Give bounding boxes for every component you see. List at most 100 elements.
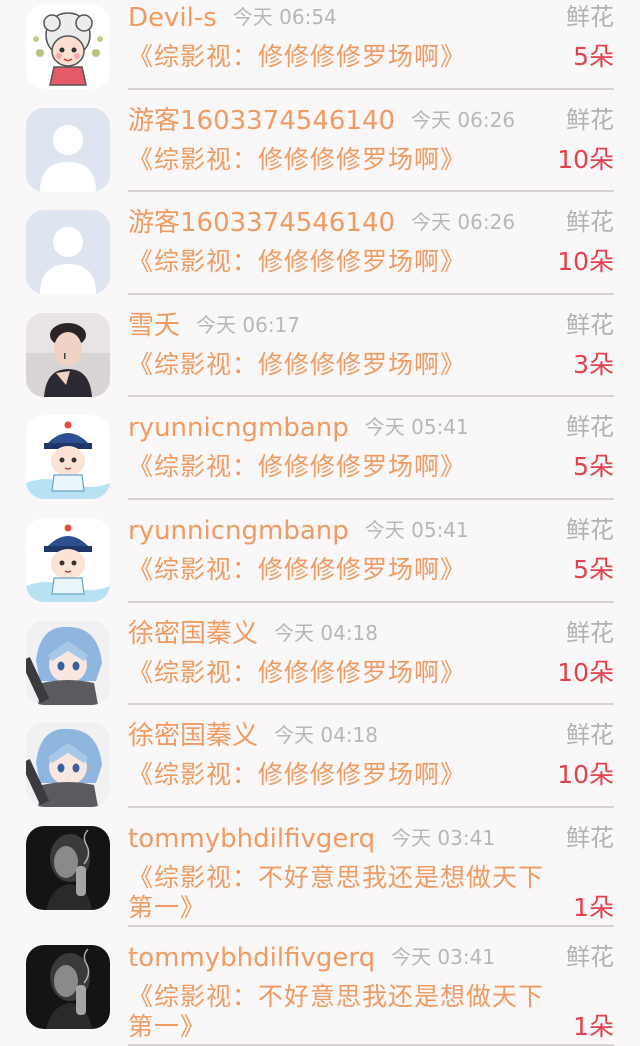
user-name-row: 游客1603374546140 今天 06:26: [128, 206, 515, 239]
gift-count: 10朵: [557, 144, 614, 174]
user-name-row: tommybhdilfivgerq 今天 03:41: [128, 941, 495, 974]
avatar[interactable]: [26, 825, 110, 910]
timestamp: 今天 03:41: [391, 825, 496, 850]
book-title[interactable]: 《综影视：修修修修罗场啊》: [128, 555, 548, 585]
timestamp: 今天 06:26: [411, 107, 516, 132]
user-name-row: ryunnicngmbanp 今天 05:41: [128, 514, 469, 547]
avatar-cartoon-girl-icon: [26, 5, 110, 89]
gift-record-list: Devil-s 今天 06:54 鲜花 《综影视：修修修修罗场啊》 5朵 游客16…: [0, 0, 640, 1046]
user-name-row: 徐密国蓁义 今天 04:18: [128, 719, 378, 752]
user-name-row: tommybhdilfivgerq 今天 03:41: [128, 822, 495, 855]
gift-count: 5朵: [573, 452, 614, 482]
item-content: Devil-s 今天 06:54 鲜花 《综影视：修修修修罗场啊》 5朵: [128, 0, 614, 90]
gift-type: 鲜花: [566, 942, 614, 971]
list-item[interactable]: tommybhdilfivgerq 今天 03:41 鲜花 《综影视：不好意思我还…: [0, 927, 640, 1046]
user-name-row: Devil-s 今天 06:54: [128, 1, 337, 34]
list-item[interactable]: 游客1603374546140 今天 06:26 鲜花 《综影视：修修修修罗场啊》…: [0, 192, 640, 295]
gift-count: 5朵: [573, 42, 614, 71]
timestamp: 今天 03:41: [391, 944, 496, 969]
avatar-anime-blue-hair-icon: [26, 723, 110, 808]
gift-type: 鲜花: [566, 208, 614, 237]
avatar[interactable]: [26, 517, 110, 602]
book-title[interactable]: 《综影视：修修修修罗场啊》: [128, 145, 548, 175]
gift-type: 鲜花: [566, 3, 614, 31]
user-name-row: ryunnicngmbanp 今天 05:41: [128, 411, 469, 444]
list-item[interactable]: ryunnicngmbanp 今天 05:41 鲜花 《综影视：修修修修罗场啊》 …: [0, 397, 640, 500]
book-title[interactable]: 《综影视：修修修修罗场啊》: [128, 42, 548, 72]
user-name[interactable]: ryunnicngmbanp: [128, 413, 349, 443]
avatar[interactable]: [26, 312, 110, 397]
list-item[interactable]: 雪夭 今天 06:17 鲜花 《综影视：修修修修罗场啊》 3朵: [0, 295, 640, 398]
item-content: tommybhdilfivgerq 今天 03:41 鲜花 《综影视：不好意思我还…: [128, 927, 614, 1046]
avatar-bw-smoking-icon: [26, 944, 110, 1029]
avatar[interactable]: [26, 620, 110, 705]
timestamp: 今天 06:26: [411, 210, 516, 235]
list-item[interactable]: tommybhdilfivgerq 今天 03:41 鲜花 《综影视：不好意思我还…: [0, 808, 640, 927]
gift-count: 5朵: [573, 554, 614, 584]
book-title[interactable]: 《综影视：不好意思我还是想做天下第一》: [128, 982, 548, 1042]
gift-count: 1朵: [573, 1011, 614, 1041]
avatar-bw-smoking-icon: [26, 825, 110, 910]
avatar[interactable]: [26, 5, 110, 89]
default-avatar-icon: [26, 210, 110, 295]
user-name[interactable]: tommybhdilfivgerq: [128, 824, 375, 854]
gift-count: 10朵: [557, 657, 614, 687]
avatar[interactable]: [26, 723, 110, 808]
user-name[interactable]: 游客1603374546140: [128, 106, 395, 136]
avatar[interactable]: [26, 944, 110, 1029]
timestamp: 今天 04:18: [274, 620, 379, 645]
avatar-cartoon-official-icon: [26, 517, 110, 602]
avatar[interactable]: [26, 107, 110, 192]
item-content: 徐密国蓁义 今天 04:18 鲜花 《综影视：修修修修罗场啊》 10朵: [128, 603, 614, 706]
list-item[interactable]: ryunnicngmbanp 今天 05:41 鲜花 《综影视：修修修修罗场啊》 …: [0, 500, 640, 603]
item-content: 徐密国蓁义 今天 04:18 鲜花 《综影视：修修修修罗场啊》 10朵: [128, 705, 614, 808]
avatar[interactable]: [26, 210, 110, 295]
list-item[interactable]: Devil-s 今天 06:54 鲜花 《综影视：修修修修罗场啊》 5朵: [0, 0, 640, 90]
gift-type: 鲜花: [566, 618, 614, 647]
user-name[interactable]: 徐密国蓁义: [128, 721, 258, 751]
gift-count: 1朵: [573, 892, 614, 922]
timestamp: 今天 06:17: [196, 312, 301, 337]
gift-type: 鲜花: [566, 823, 614, 852]
item-content: ryunnicngmbanp 今天 05:41 鲜花 《综影视：修修修修罗场啊》 …: [128, 397, 614, 500]
book-title[interactable]: 《综影视：修修修修罗场啊》: [128, 452, 548, 482]
gift-type: 鲜花: [566, 515, 614, 544]
timestamp: 今天 05:41: [364, 517, 469, 542]
user-name[interactable]: 徐密国蓁义: [128, 619, 258, 649]
user-name[interactable]: Devil-s: [128, 3, 217, 33]
avatar-anime-blue-hair-icon: [26, 620, 110, 705]
book-title[interactable]: 《综影视：修修修修罗场啊》: [128, 760, 548, 790]
book-title[interactable]: 《综影视：不好意思我还是想做天下第一》: [128, 863, 548, 923]
list-item[interactable]: 徐密国蓁义 今天 04:18 鲜花 《综影视：修修修修罗场啊》 10朵: [0, 705, 640, 808]
avatar-photo-man-icon: [26, 312, 110, 397]
gift-type: 鲜花: [566, 105, 614, 134]
book-title[interactable]: 《综影视：修修修修罗场啊》: [128, 658, 548, 688]
gift-type: 鲜花: [566, 310, 614, 339]
timestamp: 今天 04:18: [274, 723, 379, 748]
timestamp: 今天 05:41: [364, 415, 469, 440]
item-content: 雪夭 今天 06:17 鲜花 《综影视：修修修修罗场啊》 3朵: [128, 295, 614, 398]
gift-count: 3朵: [573, 349, 614, 379]
timestamp: 今天 06:54: [232, 5, 337, 29]
item-content: 游客1603374546140 今天 06:26 鲜花 《综影视：修修修修罗场啊》…: [128, 90, 614, 193]
list-item[interactable]: 游客1603374546140 今天 06:26 鲜花 《综影视：修修修修罗场啊》…: [0, 90, 640, 193]
avatar[interactable]: [26, 415, 110, 500]
default-avatar-icon: [26, 107, 110, 192]
gift-type: 鲜花: [566, 413, 614, 442]
book-title[interactable]: 《综影视：修修修修罗场啊》: [128, 247, 548, 277]
gift-count: 10朵: [557, 760, 614, 790]
list-item[interactable]: 徐密国蓁义 今天 04:18 鲜花 《综影视：修修修修罗场啊》 10朵: [0, 603, 640, 706]
user-name[interactable]: 雪夭: [128, 311, 180, 341]
item-content: ryunnicngmbanp 今天 05:41 鲜花 《综影视：修修修修罗场啊》 …: [128, 500, 614, 603]
user-name[interactable]: ryunnicngmbanp: [128, 516, 349, 546]
user-name-row: 游客1603374546140 今天 06:26: [128, 104, 515, 137]
gift-count: 10朵: [557, 247, 614, 277]
avatar-cartoon-official-icon: [26, 415, 110, 500]
item-content: 游客1603374546140 今天 06:26 鲜花 《综影视：修修修修罗场啊》…: [128, 192, 614, 295]
user-name-row: 徐密国蓁义 今天 04:18: [128, 617, 378, 650]
user-name[interactable]: 游客1603374546140: [128, 208, 395, 238]
user-name-row: 雪夭 今天 06:17: [128, 309, 300, 342]
item-content: tommybhdilfivgerq 今天 03:41 鲜花 《综影视：不好意思我还…: [128, 808, 614, 927]
book-title[interactable]: 《综影视：修修修修罗场啊》: [128, 350, 548, 380]
user-name[interactable]: tommybhdilfivgerq: [128, 943, 375, 973]
